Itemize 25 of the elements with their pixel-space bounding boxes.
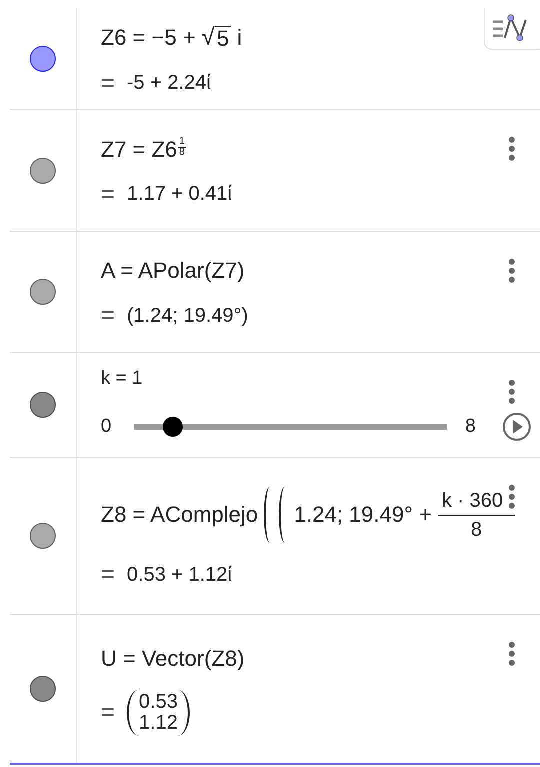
more-options-icon[interactable]: [508, 259, 516, 283]
more-options-icon[interactable]: [508, 137, 516, 161]
slider-max: 8: [465, 416, 476, 438]
result-text: = 0.53 + 1.12ί: [101, 561, 232, 589]
visibility-toggle[interactable]: [30, 158, 56, 184]
result-text: = 0.53 1.12: [101, 690, 190, 736]
slider-min: 0: [101, 416, 113, 438]
more-options-icon[interactable]: [508, 485, 516, 509]
more-options-icon[interactable]: [508, 642, 516, 666]
slider-label[interactable]: k = 1: [101, 368, 143, 390]
slider-thumb[interactable]: [163, 417, 184, 437]
result-text: = (1.24; 19.49°): [101, 302, 248, 330]
visibility-toggle[interactable]: [30, 279, 56, 305]
visibility-toggle[interactable]: [30, 523, 56, 549]
result-text: = 1.17 + 0.41ί: [101, 180, 232, 208]
result-text: = -5 + 2.24ί: [101, 70, 211, 98]
formula[interactable]: U = Vector(Z8): [101, 642, 245, 672]
more-options-icon[interactable]: [508, 380, 516, 404]
visibility-toggle[interactable]: [30, 46, 56, 72]
play-button[interactable]: [502, 412, 532, 442]
formula[interactable]: A = APolar(Z7): [101, 254, 245, 284]
formula[interactable]: Z6 = −5 + √5 i: [101, 20, 242, 52]
style-bar-button[interactable]: [484, 8, 540, 50]
visibility-toggle[interactable]: [30, 392, 56, 418]
visibility-toggle[interactable]: [30, 676, 56, 702]
